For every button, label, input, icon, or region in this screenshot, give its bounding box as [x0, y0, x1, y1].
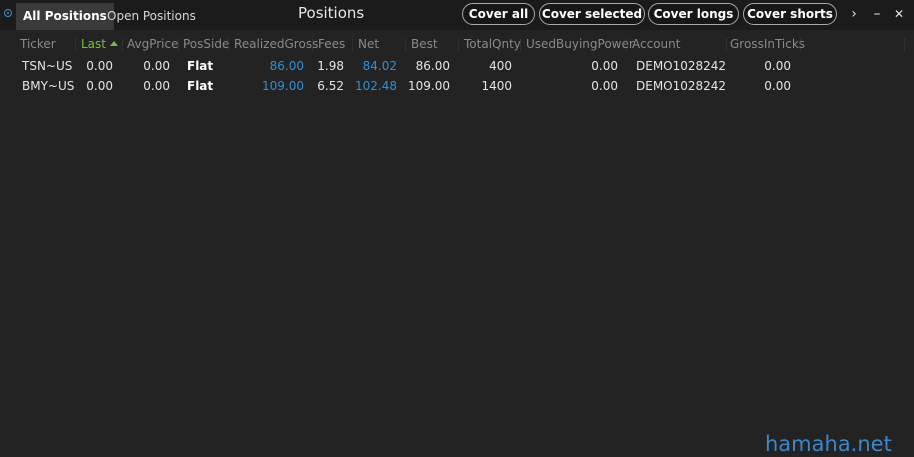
- column-header-net[interactable]: Net: [358, 37, 379, 51]
- cell-account: DEMO1028242: [636, 59, 727, 73]
- cell-usedbuyingpower: 0.00: [591, 59, 618, 73]
- cell-ticker: TSN~US: [22, 59, 73, 73]
- column-header-ticker[interactable]: Ticker: [20, 37, 56, 51]
- cell-posside: Flat: [187, 79, 214, 93]
- column-separator[interactable]: [75, 39, 77, 51]
- column-separator[interactable]: [122, 39, 124, 51]
- column-separator[interactable]: [352, 39, 354, 51]
- cell-realizedgross: 86.00: [269, 59, 304, 73]
- tab-open-positions[interactable]: Open Positions: [100, 3, 203, 30]
- column-separator[interactable]: [312, 39, 314, 51]
- cell-fees: 1.98: [317, 59, 344, 73]
- cell-realizedgross: 109.00: [262, 79, 304, 93]
- cell-last: 0.00: [86, 59, 113, 73]
- column-header-best[interactable]: Best: [411, 37, 438, 51]
- cell-ticker: BMY~US: [22, 79, 75, 93]
- title-bar: All Positions Open Positions Positions C…: [0, 0, 914, 30]
- column-separator[interactable]: [458, 39, 460, 51]
- column-separator[interactable]: [405, 39, 407, 51]
- cell-posside: Flat: [187, 59, 214, 73]
- cover-selected-button[interactable]: Cover selected: [539, 3, 645, 25]
- cell-fees: 6.52: [317, 79, 344, 93]
- column-separator[interactable]: [626, 39, 628, 51]
- column-separator[interactable]: [800, 39, 802, 51]
- cell-avgprice: 0.00: [143, 59, 170, 73]
- cover-all-button[interactable]: Cover all: [462, 3, 535, 25]
- column-header-realizedgross[interactable]: RealizedGross: [234, 37, 318, 51]
- cell-last: 0.00: [86, 79, 113, 93]
- cell-totalqnty: 400: [489, 59, 512, 73]
- positions-window: All Positions Open Positions Positions C…: [0, 0, 914, 457]
- cell-totalqnty: 1400: [481, 79, 512, 93]
- cover-longs-button[interactable]: Cover longs: [648, 3, 739, 25]
- link-pin-icon[interactable]: [4, 9, 12, 17]
- table-row[interactable]: BMY~US 0.00 0.00 Flat 109.00 6.52 102.48…: [0, 76, 914, 96]
- cover-shorts-button[interactable]: Cover shorts: [743, 3, 837, 25]
- column-separator[interactable]: [228, 39, 230, 51]
- column-header-posside[interactable]: PosSide: [183, 37, 229, 51]
- cell-best: 109.00: [408, 79, 450, 93]
- column-header-avgprice[interactable]: AvgPrice: [127, 37, 179, 51]
- sort-ascending-icon: [110, 41, 118, 46]
- column-header-last[interactable]: Last: [81, 37, 118, 51]
- cell-grossinticks: 0.00: [764, 79, 791, 93]
- watermark-text: hamaha.net: [765, 432, 892, 456]
- cell-avgprice: 0.00: [143, 79, 170, 93]
- close-icon[interactable]: ✕: [890, 4, 908, 24]
- column-separator[interactable]: [904, 39, 906, 51]
- cell-best: 86.00: [415, 59, 450, 73]
- column-header-totalqnty[interactable]: TotalQnty: [464, 37, 521, 51]
- window-title: Positions: [298, 4, 365, 22]
- minimize-icon[interactable]: –: [868, 4, 886, 24]
- cell-net: 84.02: [362, 59, 397, 73]
- cell-account: DEMO1028242: [636, 79, 727, 93]
- column-header-usedbuyingpower[interactable]: UsedBuyingPower: [526, 37, 634, 51]
- cell-net: 102.48: [355, 79, 397, 93]
- more-chevron-icon[interactable]: ›: [845, 4, 863, 24]
- cell-usedbuyingpower: 0.00: [591, 79, 618, 93]
- column-header-grossinticks[interactable]: GrossInTicks: [730, 37, 805, 51]
- table-row[interactable]: TSN~US 0.00 0.00 Flat 86.00 1.98 84.02 8…: [0, 56, 914, 76]
- column-separator[interactable]: [520, 39, 522, 51]
- column-separator[interactable]: [726, 39, 728, 51]
- column-separator[interactable]: [178, 39, 180, 51]
- column-header-account[interactable]: Account: [632, 37, 680, 51]
- column-header-fees[interactable]: Fees: [318, 37, 345, 51]
- cell-grossinticks: 0.00: [764, 59, 791, 73]
- column-header-last-label: Last: [81, 37, 106, 51]
